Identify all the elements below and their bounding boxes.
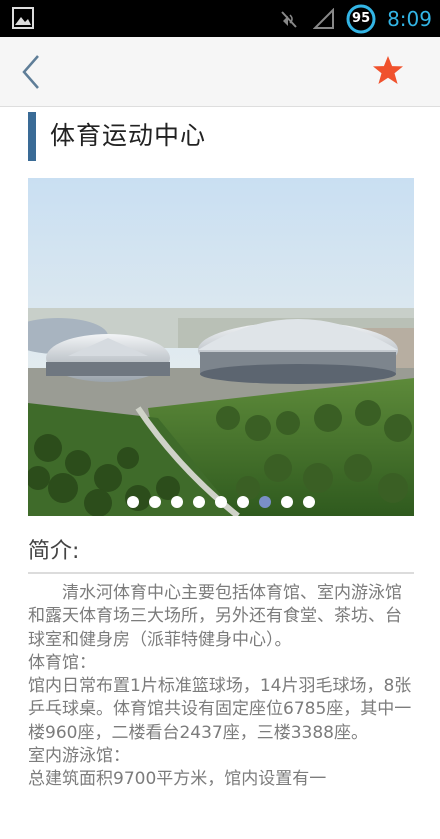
stadium-photo: [28, 178, 414, 516]
star-icon: [373, 56, 403, 84]
status-bar: 95 8:09: [0, 0, 440, 37]
gallery-dot[interactable]: [149, 496, 161, 508]
gallery-dot[interactable]: [193, 496, 205, 508]
favorite-button[interactable]: [368, 51, 408, 91]
photo-gallery[interactable]: [28, 178, 414, 516]
intro-paragraph: 清水河体育中心主要包括体育馆、室内游泳馆和露天体育场三大场所，另外还有食堂、茶坊…: [28, 583, 402, 650]
intro-heading: 简介:: [28, 539, 80, 564]
signal-icon: [313, 7, 335, 29]
title-accent-bar: [28, 112, 36, 161]
divider: [28, 572, 414, 574]
chevron-left-icon: [22, 55, 39, 89]
intro-text: 清水河体育中心主要包括体育馆、室内游泳馆和露天体育场三大场所，另外还有食堂、茶坊…: [28, 582, 414, 792]
gym-paragraph: 馆内日常布置1片标准篮球场，14片羽毛球场，8张乒乓球桌。体育馆共设有固定座位6…: [28, 676, 412, 743]
gallery-dot[interactable]: [127, 496, 139, 508]
battery-level: 95: [352, 10, 371, 26]
gallery-indicator: [28, 496, 414, 508]
section-heading-pool: 室内游泳馆：: [28, 746, 130, 767]
page-title: 体育运动中心: [50, 121, 207, 150]
gallery-dot[interactable]: [303, 496, 315, 508]
action-bar: [0, 37, 440, 107]
pool-paragraph: 总建筑面积9700平方米，馆内设置有一: [28, 769, 327, 790]
gallery-dot[interactable]: [281, 496, 293, 508]
gallery-dot-active[interactable]: [259, 496, 271, 508]
gallery-dot[interactable]: [171, 496, 183, 508]
section-heading-gym: 体育馆：: [28, 652, 96, 673]
back-button[interactable]: [12, 50, 52, 94]
gallery-dot[interactable]: [237, 496, 249, 508]
mute-icon: [281, 10, 297, 28]
clock: 8:09: [387, 6, 432, 31]
gallery-icon: [12, 7, 34, 29]
battery-icon: 95: [345, 3, 377, 35]
gallery-dot[interactable]: [215, 496, 227, 508]
